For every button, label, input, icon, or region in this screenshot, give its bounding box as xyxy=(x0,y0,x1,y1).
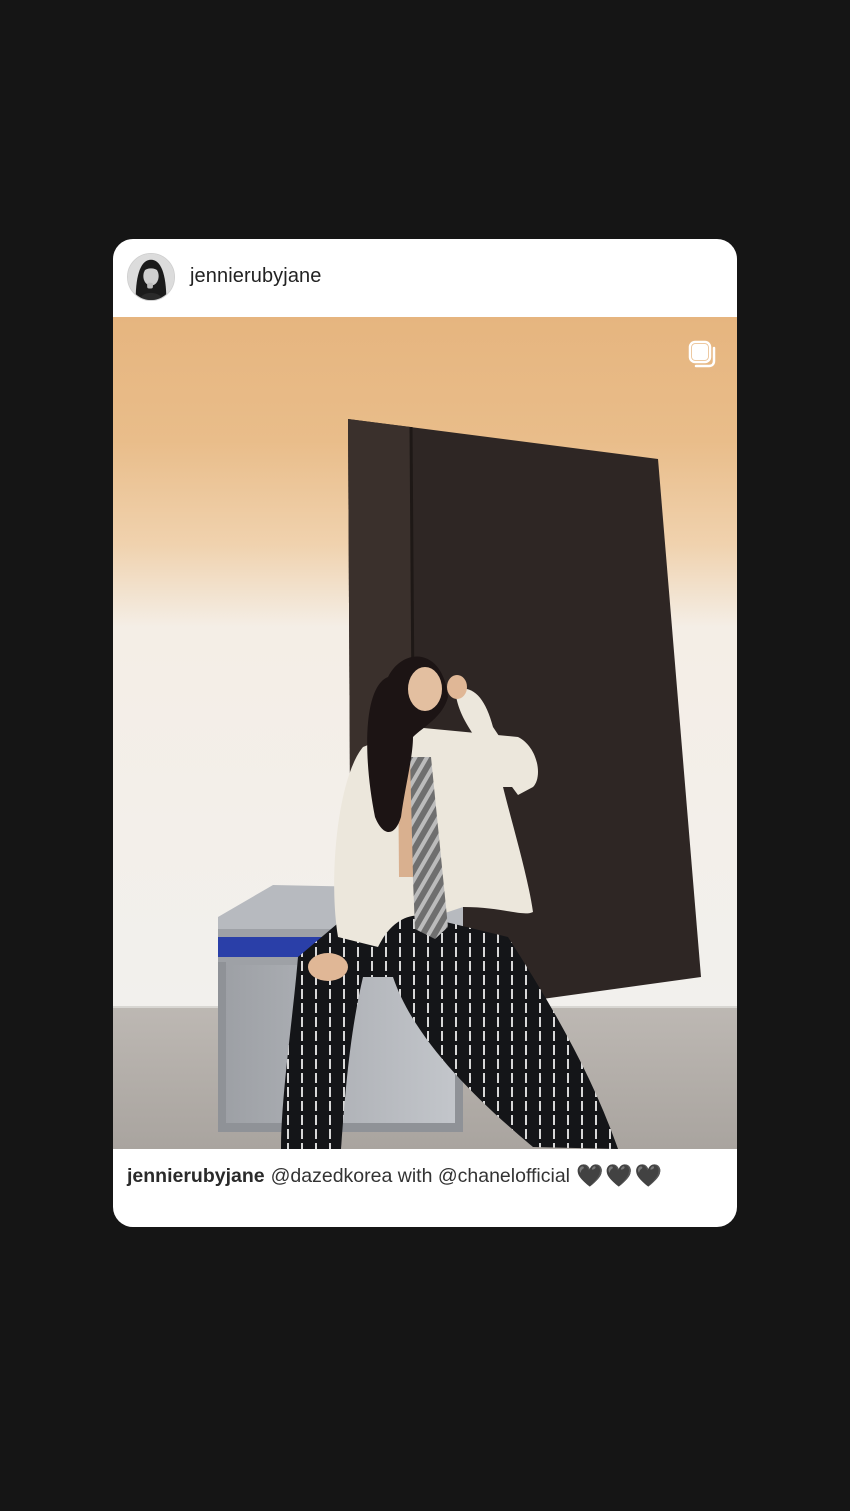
caption-username[interactable]: jennierubyjane xyxy=(127,1165,265,1188)
post-caption: jennierubyjane @dazedkorea with @chanelo… xyxy=(127,1163,727,1189)
post-username[interactable]: jennierubyjane xyxy=(190,265,322,288)
carousel-stack-icon xyxy=(688,340,716,368)
photo-image xyxy=(113,317,737,1149)
post-header: jennierubyjane xyxy=(113,239,737,317)
profile-avatar[interactable] xyxy=(127,253,175,301)
story-post-card[interactable]: jennierubyjane jennierubyjane @dazedkore… xyxy=(113,239,737,1227)
caption-text[interactable]: @dazedkorea with @chanelofficial xyxy=(271,1165,570,1188)
post-photo[interactable] xyxy=(113,317,737,1149)
black-heart-icons: 🖤🖤🖤 xyxy=(576,1163,665,1188)
avatar-image xyxy=(128,254,174,300)
